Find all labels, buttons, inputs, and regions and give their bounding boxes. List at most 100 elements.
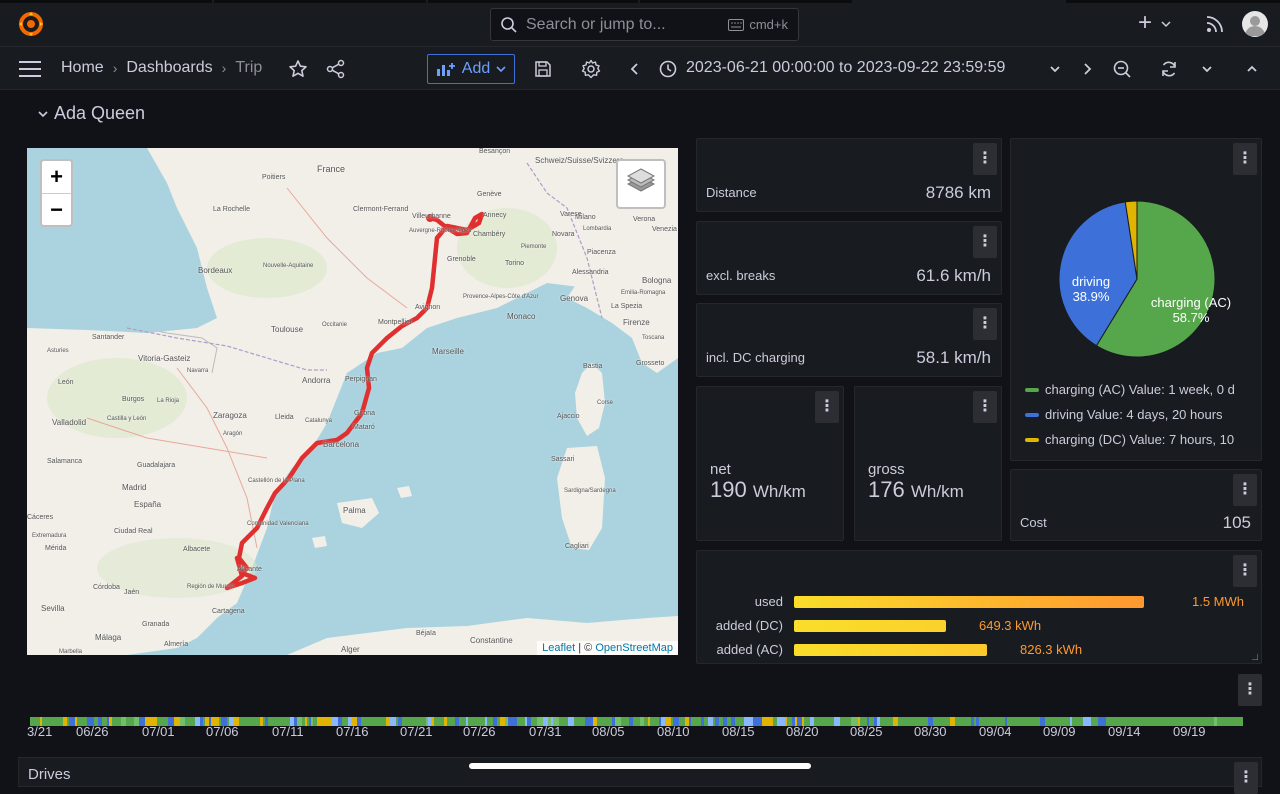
- timeline-tick: 09/14: [1108, 724, 1141, 739]
- map-label: Salamanca: [47, 458, 83, 465]
- new-button[interactable]: +: [1138, 11, 1171, 35]
- panel-menu-button[interactable]: ⋮: [1238, 674, 1262, 706]
- map-label: Clermont-Ferrand: [353, 206, 409, 213]
- panel-menu-button[interactable]: ⋮: [815, 391, 839, 423]
- map-label: Schweiz/Suisse/Svizzera: [535, 156, 624, 165]
- tab-strip: [1066, 0, 1280, 3]
- energy-bar-panel: ⋮ used 1.5 MWh added (DC) 649.3 kWh added (A…: [696, 550, 1262, 664]
- bar-label: added (AC): [716, 642, 783, 657]
- star-icon[interactable]: [288, 59, 308, 79]
- map-label: Cagliari: [565, 543, 589, 550]
- chevron-left-icon[interactable]: [625, 59, 645, 79]
- user-avatar[interactable]: [1242, 11, 1268, 37]
- legend-item[interactable]: driving Value: 4 days, 20 hours: [1025, 407, 1223, 422]
- timeline-tick: 08/30: [914, 724, 947, 739]
- map-label: Catalunya: [305, 418, 333, 424]
- map-label: Bastia: [583, 363, 603, 370]
- chevron-right-icon[interactable]: [1077, 59, 1097, 79]
- map-label: Mérida: [45, 545, 67, 552]
- map-label: Cartagena: [212, 608, 245, 615]
- breadcrumb-separator: ›: [221, 60, 227, 76]
- dashboard-nav-bar: Home › Dashboards › Trip Add 2023-06-21 …: [0, 47, 1280, 90]
- breadcrumb-dashboards[interactable]: Dashboards: [126, 59, 212, 77]
- map-label: Castellón de la Plana: [248, 478, 305, 484]
- resize-handle-icon[interactable]: [1252, 654, 1258, 660]
- layers-button[interactable]: [616, 159, 666, 209]
- map-label: La Rioja: [157, 398, 180, 404]
- time-range-picker[interactable]: 2023-06-21 00:00:00 to 2023-09-22 23:59:…: [686, 59, 1005, 77]
- panel-menu-button[interactable]: ⋮: [973, 143, 997, 175]
- breadcrumb-trip: Trip: [235, 59, 263, 76]
- timeline-tick: 09/19: [1173, 724, 1206, 739]
- timeline-tick: 07/06: [206, 724, 239, 739]
- time-pie-chart: driving38.9% charging (AC)58.7%: [1058, 200, 1231, 358]
- map-label: France: [317, 164, 346, 174]
- legend-swatch: [1025, 412, 1039, 417]
- map-label: Mataró: [353, 424, 375, 431]
- map-label: La Rochelle: [213, 206, 250, 213]
- map-label: Chambéry: [473, 231, 506, 238]
- map-label: Venezia: [652, 226, 677, 233]
- drives-panel: Drives ⋮: [18, 757, 1262, 794]
- map-label: Novara: [552, 231, 575, 238]
- chevron-up-icon[interactable]: [1242, 59, 1262, 79]
- map-label: Torino: [505, 260, 525, 267]
- bar: [794, 620, 946, 632]
- map-label: Vitoria-Gasteiz: [138, 354, 191, 363]
- map-label: Castilla y León: [107, 416, 147, 422]
- panel-menu-button[interactable]: ⋮: [973, 308, 997, 340]
- add-button[interactable]: Add: [427, 54, 515, 84]
- map-label: Constantine: [470, 636, 513, 645]
- search-input[interactable]: Search or jump to... cmd+k: [490, 8, 799, 41]
- grafana-logo-icon[interactable]: [17, 10, 45, 38]
- map-label: Villeurbanne: [412, 213, 451, 220]
- breadcrumb-home[interactable]: Home: [61, 59, 104, 77]
- map-label: Málaga: [95, 633, 122, 642]
- map-label: Barcelona: [323, 440, 360, 449]
- menu-icon[interactable]: [19, 61, 41, 77]
- refresh-icon[interactable]: [1159, 59, 1179, 79]
- map-label: Genova: [560, 294, 589, 303]
- leaflet-link[interactable]: Leaflet: [542, 642, 575, 654]
- panel-menu-button[interactable]: ⋮: [1234, 762, 1258, 794]
- share-icon[interactable]: [326, 59, 346, 79]
- timeline-tick: 06/26: [76, 724, 109, 739]
- map-label: Extremadura: [32, 533, 67, 539]
- legend-item[interactable]: charging (AC) Value: 1 week, 0 d: [1025, 382, 1235, 397]
- map-label: Genève: [477, 191, 502, 198]
- map-label: Poitiers: [262, 174, 286, 181]
- timeline-tick: 08/05: [592, 724, 625, 739]
- chevron-down-icon[interactable]: [1045, 59, 1065, 79]
- row-title[interactable]: Ada Queen: [38, 103, 145, 124]
- gross-label: gross: [868, 461, 905, 478]
- map-label: Girona: [354, 410, 376, 417]
- map-label: Ajaccio: [557, 413, 580, 420]
- zoom-out-icon[interactable]: [1112, 59, 1132, 79]
- timeline-tick: 07/01: [142, 724, 175, 739]
- openstreetmap-link[interactable]: OpenStreetMap: [595, 642, 673, 654]
- keyboard-icon: [728, 18, 745, 31]
- map-label: Annecy: [483, 212, 507, 219]
- settings-gear-icon[interactable]: [581, 59, 601, 79]
- panel-menu-button[interactable]: ⋮: [973, 226, 997, 258]
- legend-item[interactable]: charging (DC) Value: 7 hours, 10: [1025, 432, 1234, 447]
- zoom-out-button[interactable]: −: [42, 194, 71, 226]
- search-shortcut: cmd+k: [728, 17, 788, 32]
- trip-map[interactable]: France Schweiz/Suisse/Svizzera Poitiers Bes…: [27, 148, 678, 655]
- news-feed-icon[interactable]: [1206, 15, 1224, 33]
- timeline-tick: 07/21: [400, 724, 433, 739]
- map-label: Toulouse: [271, 325, 304, 334]
- legend-label: charging (AC) Value: 1 week, 0 d: [1045, 382, 1235, 397]
- timeline-tick: 08/15: [722, 724, 755, 739]
- chevron-down-icon[interactable]: [1197, 59, 1217, 79]
- panel-menu-button[interactable]: ⋮: [1233, 555, 1257, 587]
- map-label: Corse: [597, 400, 614, 406]
- map-label: Emilia-Romagna: [621, 290, 666, 296]
- map-label: Aragón: [223, 431, 243, 437]
- save-icon[interactable]: [533, 59, 553, 79]
- map-label: Piacenza: [587, 249, 616, 256]
- zoom-in-button[interactable]: +: [42, 161, 71, 193]
- panel-menu-button[interactable]: ⋮: [1233, 474, 1257, 506]
- panel-menu-button[interactable]: ⋮: [973, 391, 997, 423]
- map-label: Guadalajara: [137, 462, 176, 469]
